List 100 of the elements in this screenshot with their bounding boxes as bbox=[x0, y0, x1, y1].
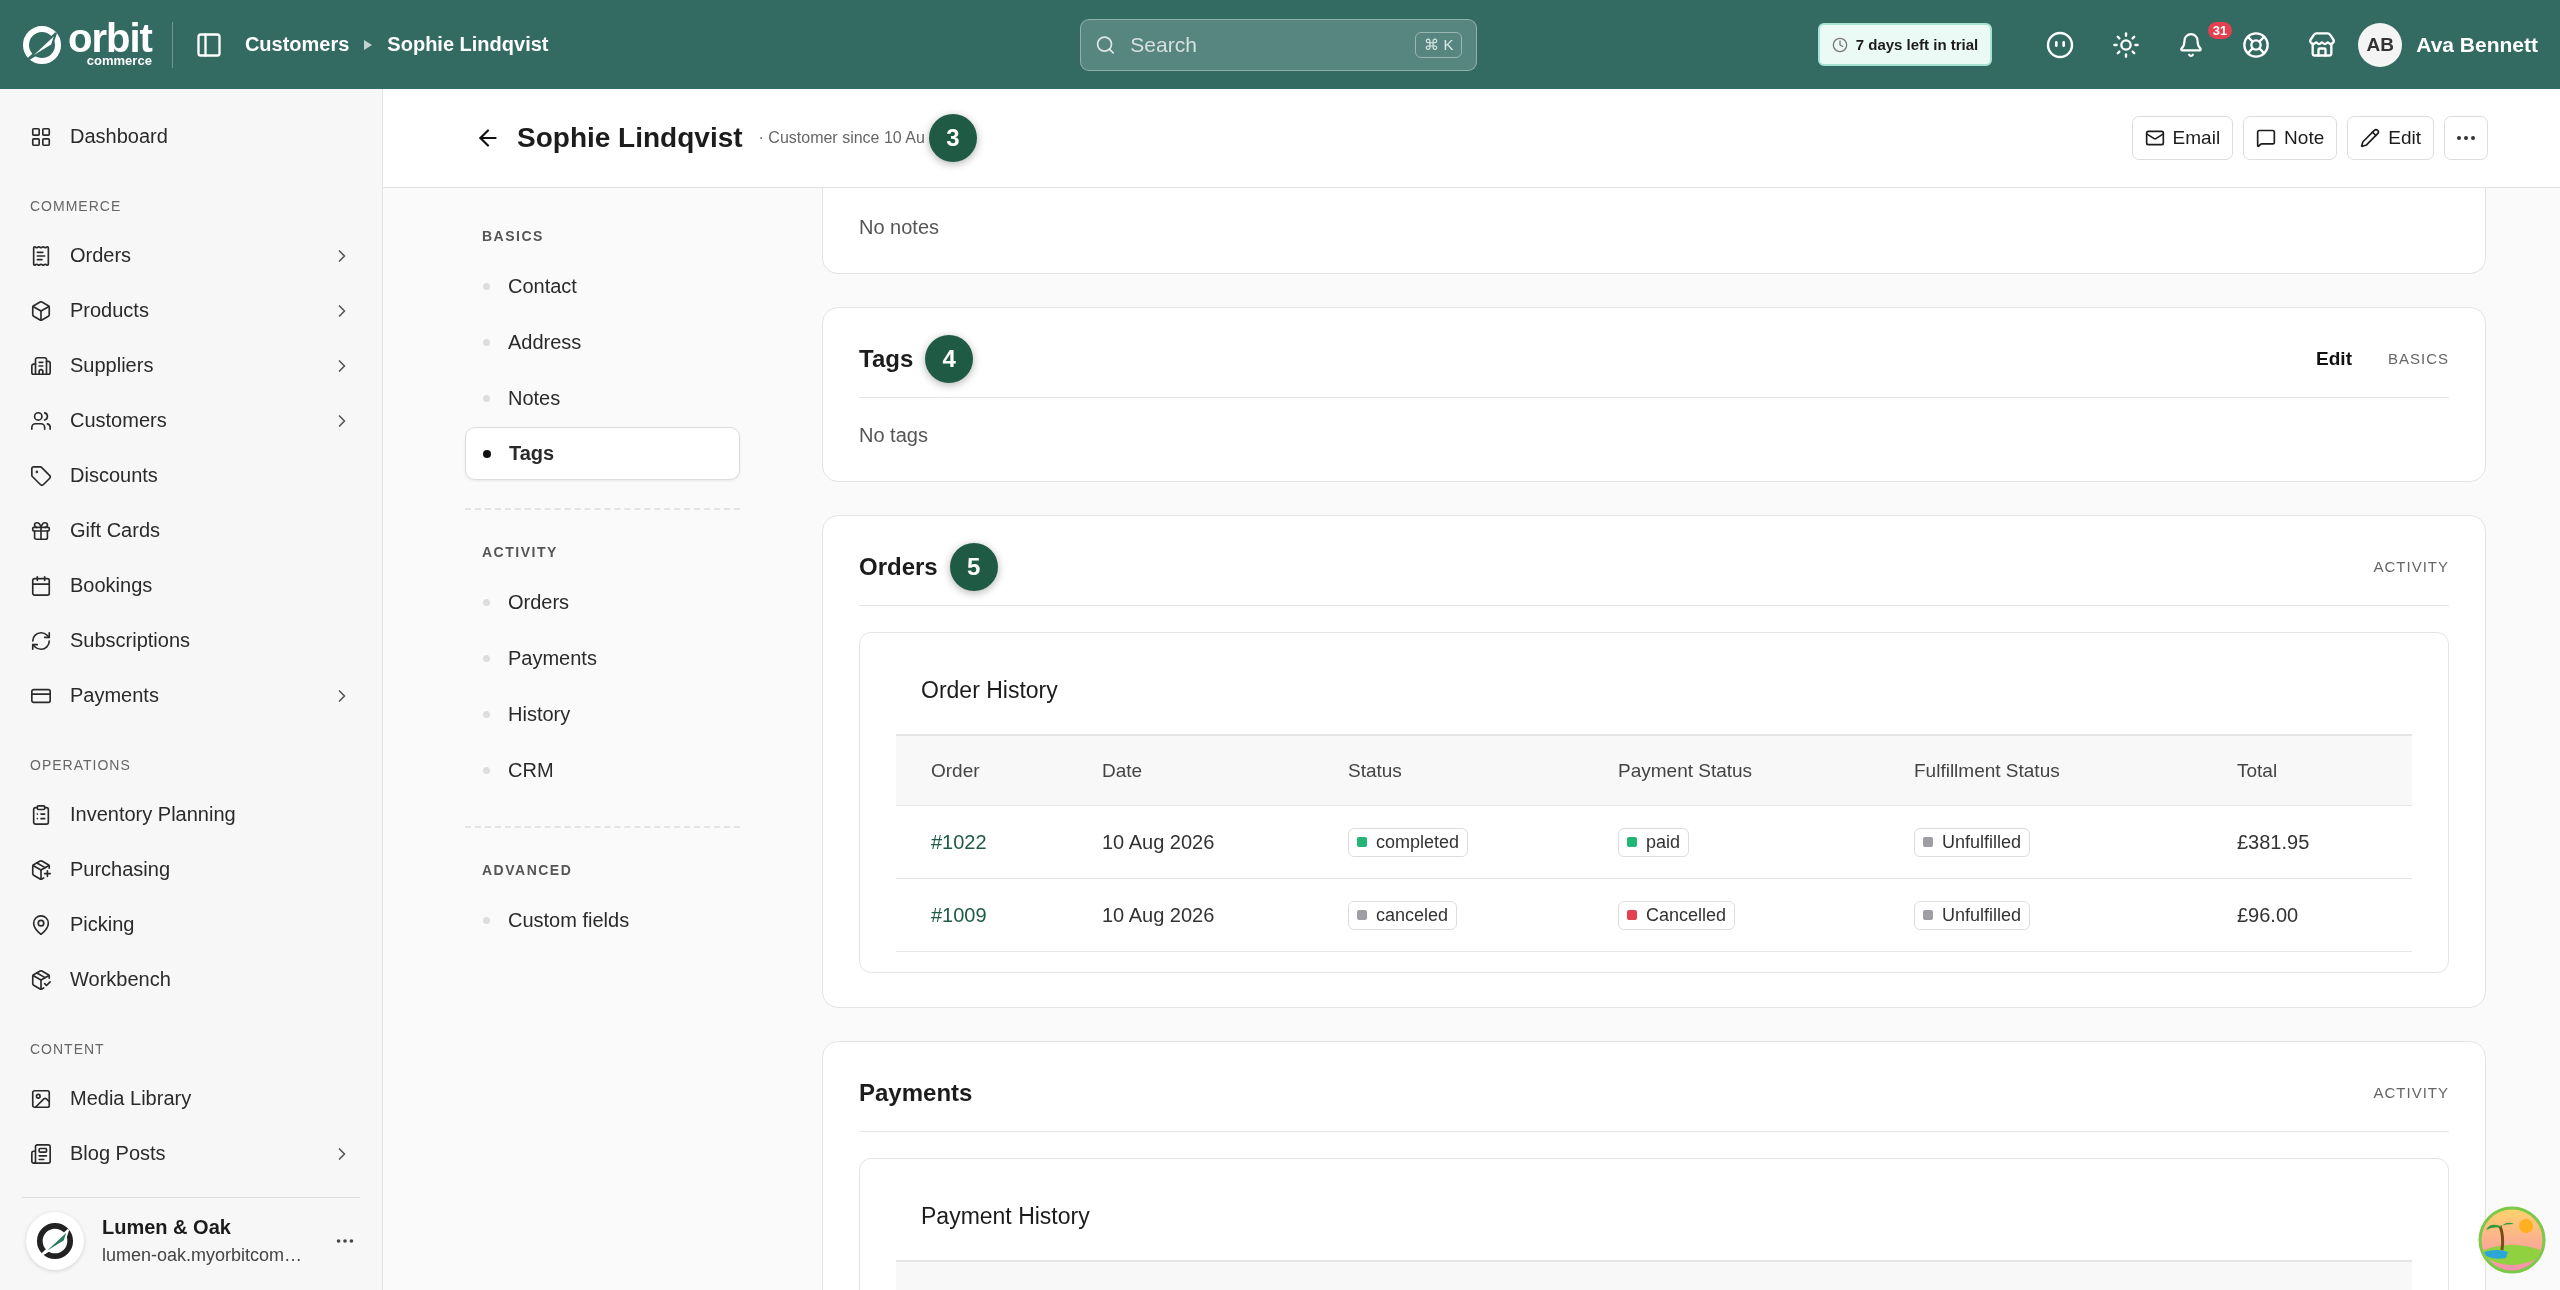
column-header: Date bbox=[1101, 759, 1144, 782]
sidebar-item[interactable]: Inventory Planning bbox=[22, 787, 360, 842]
sidebar-section-title: COMMERCE bbox=[29, 197, 123, 216]
beach-icon[interactable] bbox=[2478, 1206, 2546, 1274]
dashboard-icon bbox=[30, 125, 52, 148]
table-cell-text: £381.95 bbox=[2236, 830, 2311, 854]
table-title: Order History bbox=[920, 676, 1059, 705]
subnav-item[interactable]: Orders bbox=[465, 574, 740, 630]
table-cell-text: 10 Aug 2026 bbox=[1101, 903, 1216, 927]
sidebar-item[interactable]: Orders bbox=[22, 228, 360, 283]
logo-icon bbox=[22, 24, 62, 65]
logo-name: orbit bbox=[68, 22, 152, 54]
trial-text: 7 days left in trial bbox=[1855, 36, 1979, 53]
column-header: Status bbox=[1347, 759, 1403, 782]
sidebar-item[interactable]: Customers bbox=[22, 393, 360, 448]
subnav-item[interactable]: Notes bbox=[465, 370, 740, 426]
breadcrumb-current: Sophie Lindqvist bbox=[387, 33, 549, 56]
subnav-section-title: ACTIVITY bbox=[481, 544, 559, 562]
more-icon bbox=[2457, 136, 2475, 140]
bell-icon bbox=[2178, 31, 2205, 58]
customer-since: · Customer since 10 Au bbox=[758, 129, 925, 147]
logo-icon bbox=[36, 1222, 74, 1260]
subnav-item[interactable]: Address bbox=[465, 314, 740, 370]
step-marker: 5 bbox=[949, 542, 998, 591]
step-marker: 4 bbox=[925, 334, 974, 383]
table-cell-text: 10 Aug 2026 bbox=[1101, 830, 1216, 854]
status-tag: paid bbox=[1618, 827, 1690, 857]
logo-tagline: commerce bbox=[86, 54, 152, 67]
status-tag: Unfulfilled bbox=[1914, 900, 2031, 930]
table-title: Payment History bbox=[920, 1202, 1091, 1231]
subnav-item[interactable]: CRM bbox=[465, 742, 740, 798]
column-header: Order bbox=[930, 759, 981, 782]
trial-badge[interactable]: 7 days left in trial bbox=[1817, 23, 1993, 66]
action-button[interactable]: Note bbox=[2243, 116, 2338, 160]
help-icon[interactable] bbox=[2242, 30, 2271, 59]
face-icon[interactable] bbox=[2046, 30, 2075, 59]
subnav-item[interactable]: Payments bbox=[465, 630, 740, 686]
card-title: Tags bbox=[859, 344, 914, 373]
sidebar-item[interactable]: Gift Cards bbox=[22, 503, 360, 558]
sidebar-item[interactable]: Workbench bbox=[22, 952, 360, 1007]
breadcrumb-separator-icon bbox=[363, 38, 374, 51]
sidebar-item[interactable]: Products bbox=[22, 283, 360, 338]
tag-icon bbox=[30, 464, 52, 487]
status-tag: Cancelled bbox=[1618, 900, 1736, 930]
subnav-item[interactable]: Tags bbox=[465, 427, 740, 480]
breadcrumb-link[interactable]: Customers bbox=[244, 33, 350, 56]
sidebar-item[interactable]: Dashboard bbox=[22, 109, 360, 164]
sidebar-item[interactable]: Subscriptions bbox=[22, 613, 360, 668]
refresh-icon bbox=[30, 629, 52, 652]
subnav-item[interactable]: Contact bbox=[465, 258, 740, 314]
gift-icon bbox=[30, 519, 52, 542]
sidebar-item[interactable]: Payments bbox=[22, 668, 360, 723]
sidebar-item[interactable]: Picking bbox=[22, 897, 360, 952]
table-cell-text: £96.00 bbox=[2236, 903, 2300, 927]
user-name: Ava Bennett bbox=[2416, 32, 2538, 57]
clipboard-icon bbox=[30, 803, 52, 826]
box-icon bbox=[30, 299, 52, 322]
order-link[interactable]: #1022 bbox=[931, 830, 987, 854]
receipt-icon bbox=[30, 244, 52, 267]
map-pin-icon bbox=[30, 913, 52, 936]
newspaper-icon bbox=[30, 1142, 52, 1165]
building-icon bbox=[30, 354, 52, 377]
package-plus-icon bbox=[30, 858, 52, 881]
store-icon[interactable] bbox=[2308, 30, 2337, 59]
users-icon bbox=[30, 409, 52, 432]
action-button[interactable]: Edit bbox=[2347, 116, 2434, 160]
shortcut-hint: ⌘ K bbox=[1415, 31, 1463, 58]
section-label: BASICS bbox=[2387, 350, 2449, 367]
search-icon bbox=[1095, 33, 1117, 56]
sun-icon[interactable] bbox=[2112, 30, 2141, 59]
sidebar-section-title: CONTENT bbox=[29, 1040, 106, 1059]
action-button[interactable]: Email bbox=[2131, 116, 2234, 160]
status-tag: Unfulfilled bbox=[1914, 827, 2031, 857]
section-label: ACTIVITY bbox=[2373, 1084, 2449, 1101]
clock-icon bbox=[1831, 36, 1848, 53]
subnav-item[interactable]: Custom fields bbox=[465, 892, 740, 948]
column-header: Payment Status bbox=[1617, 759, 1754, 782]
image-icon bbox=[30, 1087, 52, 1110]
package-icon bbox=[30, 968, 52, 991]
subnav-section-title: BASICS bbox=[481, 228, 545, 246]
user-avatar[interactable]: AB bbox=[2358, 22, 2403, 67]
subnav-item[interactable]: History bbox=[465, 686, 740, 742]
store-name: Lumen & Oak bbox=[102, 1216, 232, 1239]
calendar-icon bbox=[30, 574, 52, 597]
search-field[interactable]: Search bbox=[1128, 31, 1404, 58]
edit-link[interactable]: Edit bbox=[2316, 347, 2352, 370]
order-link[interactable]: #1009 bbox=[931, 903, 987, 927]
sidebar-item[interactable]: Suppliers bbox=[22, 338, 360, 393]
store-domain: lumen-oak.myorbitcom… bbox=[102, 1245, 304, 1266]
sidebar-item[interactable]: Bookings bbox=[22, 558, 360, 613]
sidebar-toggle-icon[interactable] bbox=[194, 30, 223, 59]
sidebar-item[interactable]: Blog Posts bbox=[22, 1126, 360, 1181]
sidebar-item[interactable]: Discounts bbox=[22, 448, 360, 503]
notification-count: 31 bbox=[2207, 21, 2233, 39]
sidebar-section-title: OPERATIONS bbox=[29, 756, 132, 775]
column-header: Total bbox=[2236, 759, 2279, 782]
sidebar-item[interactable]: Purchasing bbox=[22, 842, 360, 897]
status-tag: completed bbox=[1348, 827, 1469, 857]
notifications-button[interactable]: 31 bbox=[2178, 21, 2233, 58]
sidebar-item[interactable]: Media Library bbox=[22, 1071, 360, 1126]
